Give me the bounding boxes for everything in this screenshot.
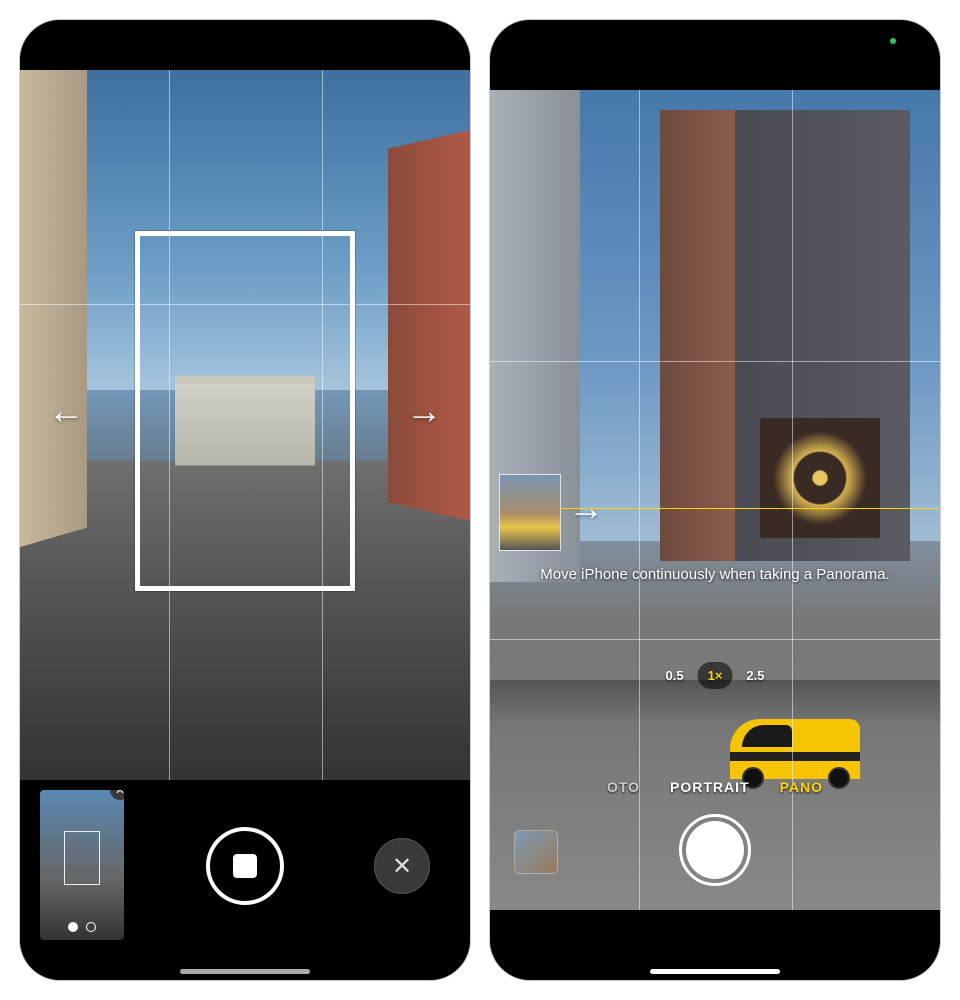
pano-guide-line [560,508,940,509]
page-dot [86,922,96,932]
pan-right-icon[interactable]: → [406,390,442,432]
mode-photo[interactable]: OTO [607,779,640,795]
zoom-option[interactable]: 0.5 [666,668,684,683]
pano-direction-arrow-icon[interactable]: → [568,487,604,529]
phone-ios-camera-pano: → Move iPhone continuously when taking a… [490,20,940,980]
stop-icon [233,854,257,878]
home-indicator[interactable] [180,969,310,974]
viewfinder[interactable]: ← → [20,70,470,780]
viewfinder[interactable]: → Move iPhone continuously when taking a… [490,90,940,910]
page-dot-active [68,922,78,932]
pan-left-icon[interactable]: ← [48,390,84,432]
pano-captured-strip [500,475,560,550]
shutter-icon [686,821,744,879]
zoom-selector[interactable]: 0.5 1× 2.5 [666,662,765,689]
zoom-option[interactable]: 2.5 [746,668,764,683]
crop-frame[interactable] [135,231,355,591]
scene-building-left [20,70,87,547]
thumbnail-preview[interactable]: ✕ [40,790,124,940]
bottom-bar [490,910,940,980]
mode-portrait[interactable]: PORTRAIT [670,779,750,795]
thumbnail-frame [64,831,100,885]
shutter-button[interactable] [679,814,751,886]
camera-mode-selector[interactable]: OTO PORTRAIT PANO [490,779,940,795]
last-photo-thumbnail[interactable] [514,830,558,874]
status-bar [490,20,940,90]
phone-panorama-editor: ← → ✕ ✕ [20,20,470,980]
close-icon: ✕ [392,852,412,881]
shutter-stop-button[interactable] [206,827,284,905]
pano-instruction-text: Move iPhone continuously when taking a P… [490,566,940,583]
status-bar [20,20,470,70]
cancel-button[interactable]: ✕ [374,838,430,894]
mode-pano[interactable]: PANO [780,779,823,795]
scene-taxi [730,719,860,779]
home-indicator[interactable] [650,969,780,974]
scene-mural [760,418,880,538]
bottom-toolbar: ✕ ✕ [20,780,470,980]
zoom-option-selected[interactable]: 1× [698,662,733,689]
camera-active-dot-icon [890,38,896,44]
thumbnail-close-button[interactable]: ✕ [110,790,124,800]
grid-line [490,361,940,362]
grid-line [490,639,940,640]
scene-building-right [388,130,470,521]
thumbnail-pager [68,922,96,932]
